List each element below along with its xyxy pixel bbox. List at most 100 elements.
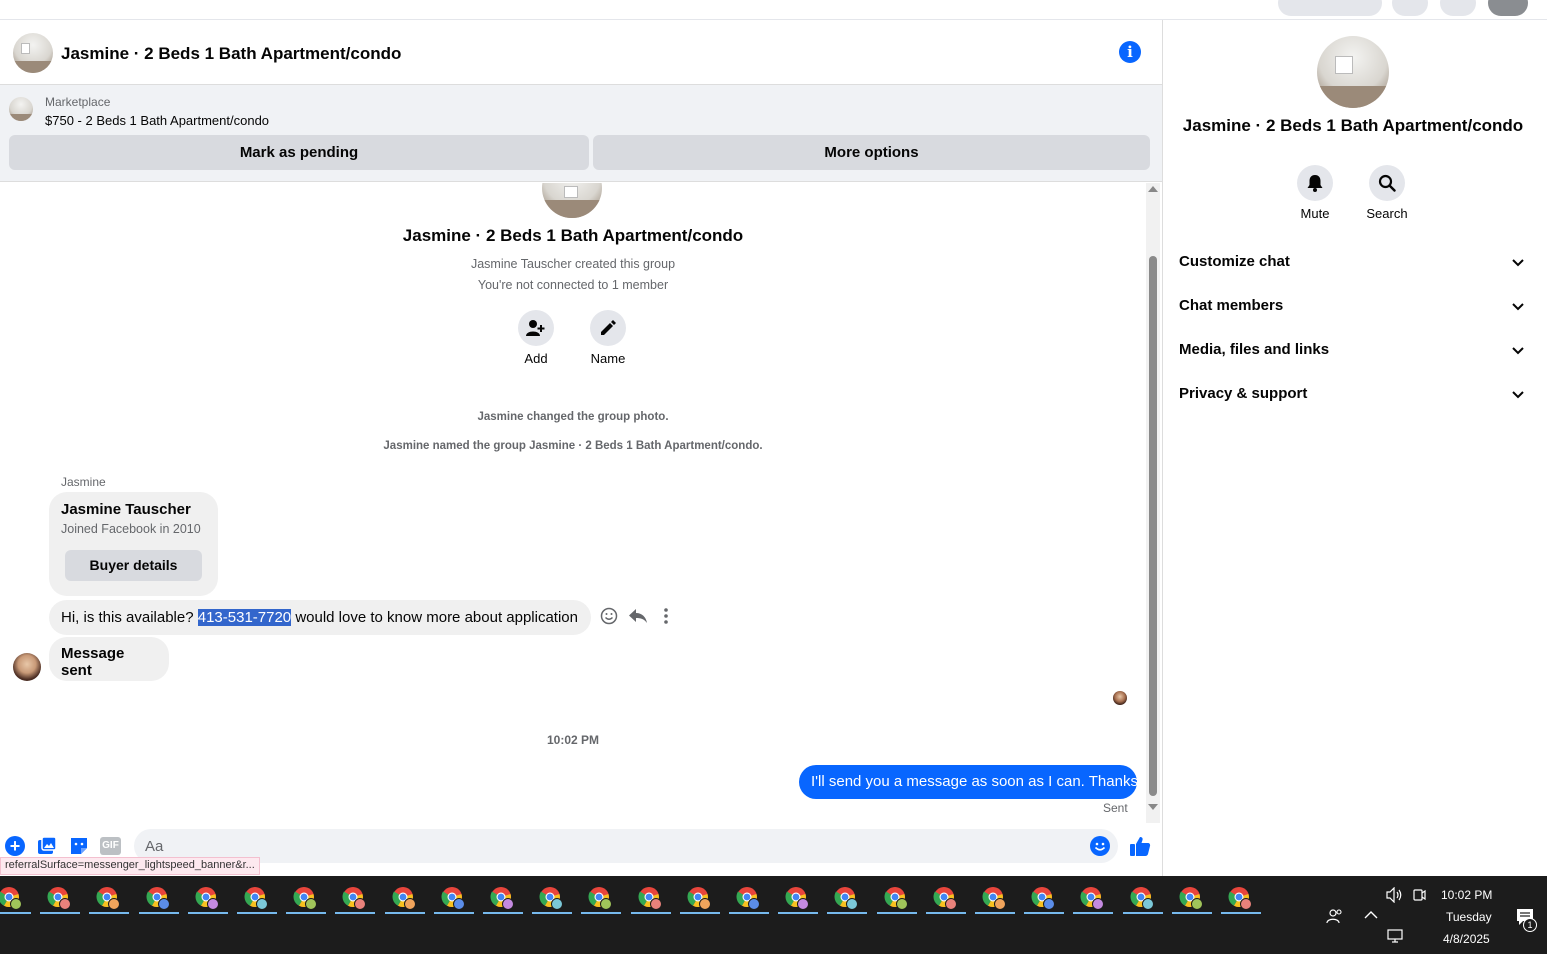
clock-date[interactable]: 4/8/2025: [1443, 932, 1490, 946]
group-avatar[interactable]: [13, 33, 53, 73]
taskbar-browser-icon[interactable]: [292, 885, 318, 911]
name-group-button[interactable]: [590, 310, 626, 346]
plus-icon[interactable]: +: [5, 836, 25, 856]
search-icon: [1378, 174, 1396, 192]
clock-time[interactable]: 10:02 PM: [1441, 888, 1492, 902]
taskbar-browser-icon[interactable]: [981, 885, 1007, 911]
taskbar-browser-icon[interactable]: [489, 885, 515, 911]
chevron-down-icon: [1512, 259, 1524, 267]
taskbar-browser-icon[interactable]: [538, 885, 564, 911]
taskbar-active-indicator: [139, 912, 179, 914]
taskbar-browser-icon[interactable]: [637, 885, 663, 911]
add-member-button[interactable]: [518, 310, 554, 346]
taskbar-browser-icon[interactable]: [883, 885, 909, 911]
top-nav-bar: [0, 0, 1547, 20]
taskbar-browser-icon[interactable]: [391, 885, 417, 911]
react-icon[interactable]: [600, 607, 618, 630]
chat-info-panel: [1162, 20, 1547, 876]
message-bubble-outgoing[interactable]: I'll send you a message as soon as I can…: [799, 765, 1138, 799]
taskbar-browser-icon[interactable]: [95, 885, 121, 911]
message-thread: Jasmine · 2 Beds 1 Bath Apartment/condo …: [0, 183, 1146, 823]
sender-avatar[interactable]: [13, 653, 41, 681]
group-photo: [542, 183, 602, 218]
event-photo-changed: Jasmine changed the group photo.: [477, 411, 669, 423]
taskbar-browser-icon[interactable]: [341, 885, 367, 911]
buyer-card: Jasmine Tauscher Joined Facebook in 2010…: [49, 492, 218, 596]
emoji-icon[interactable]: [1090, 836, 1110, 856]
listing-thumbnail[interactable]: [9, 97, 33, 121]
message-timestamp: 10:02 PM: [546, 733, 600, 747]
taskbar-active-indicator: [335, 912, 375, 914]
section-media-files-links[interactable]: Media, files and links: [1179, 341, 1529, 358]
search-button[interactable]: [1369, 165, 1405, 201]
top-nav-button[interactable]: [1278, 0, 1382, 16]
taskbar-browser-icon[interactable]: [1030, 885, 1056, 911]
scroll-down-arrow[interactable]: [1148, 804, 1158, 810]
taskbar-browser-icon[interactable]: [243, 885, 269, 911]
taskbar-active-indicator: [827, 912, 867, 914]
more-actions-icon[interactable]: [660, 607, 672, 630]
taskbar-browser-icon[interactable]: [1227, 885, 1253, 911]
taskbar-browser-icon[interactable]: [833, 885, 859, 911]
chat-title[interactable]: Jasmine · 2 Beds 1 Bath Apartment/condo: [61, 44, 401, 64]
taskbar-browser-icon[interactable]: [686, 885, 712, 911]
listing-title[interactable]: $750 - 2 Beds 1 Bath Apartment/condo: [45, 113, 269, 128]
taskbar-browser-icon[interactable]: [440, 885, 466, 911]
taskbar-browser-icon[interactable]: [1079, 885, 1105, 911]
message-text-prefix: Hi, is this available?: [61, 609, 198, 626]
message-sent-bubble[interactable]: Message sent: [49, 637, 169, 681]
info-icon[interactable]: i: [1119, 41, 1141, 63]
event-group-named: Jasmine named the group Jasmine · 2 Beds…: [383, 440, 763, 452]
sent-status: Sent: [1103, 801, 1128, 815]
taskbar-active-indicator: [778, 912, 818, 914]
menu-grid-icon[interactable]: [1392, 0, 1428, 16]
scroll-up-arrow[interactable]: [1148, 186, 1158, 192]
mute-label: Mute: [1300, 206, 1330, 221]
messenger-icon[interactable]: [1440, 0, 1476, 16]
taskbar-browser-icon[interactable]: [932, 885, 958, 911]
section-customize-chat[interactable]: Customize chat: [1179, 253, 1529, 270]
scroll-thumb[interactable]: [1149, 256, 1157, 796]
taskbar-browser-icon[interactable]: [587, 885, 613, 911]
taskbar-browser-icon[interactable]: [784, 885, 810, 911]
taskbar-active-indicator: [1172, 912, 1212, 914]
panel-group-avatar[interactable]: [1317, 36, 1389, 108]
gif-icon[interactable]: GIF: [100, 837, 121, 855]
message-bubble-incoming[interactable]: Hi, is this available? 413-531-7720 woul…: [49, 600, 591, 635]
taskbar-browser-icon[interactable]: [1178, 885, 1204, 911]
profile-avatar[interactable]: [1488, 0, 1528, 16]
status-url-tooltip: referralSurface=messenger_lightspeed_ban…: [0, 857, 260, 875]
reply-icon[interactable]: [628, 607, 648, 630]
volume-icon[interactable]: [1386, 886, 1404, 906]
taskbar-active-indicator: [385, 912, 425, 914]
taskbar-browser-icon[interactable]: [1129, 885, 1155, 911]
taskbar-active-indicator: [483, 912, 523, 914]
taskbar-browser-icon[interactable]: [735, 885, 761, 911]
panel-title: Jasmine · 2 Beds 1 Bath Apartment/condo: [1182, 116, 1524, 135]
meet-now-icon[interactable]: [1412, 887, 1426, 906]
mark-pending-button[interactable]: Mark as pending: [9, 135, 589, 170]
taskbar-browser-icon[interactable]: [194, 885, 220, 911]
buyer-details-button[interactable]: Buyer details: [65, 550, 202, 581]
people-icon[interactable]: [1326, 907, 1344, 928]
network-icon[interactable]: [1387, 929, 1405, 946]
message-input[interactable]: [134, 829, 1118, 863]
more-options-button[interactable]: More options: [593, 135, 1150, 170]
section-privacy-support[interactable]: Privacy & support: [1179, 385, 1529, 402]
taskbar-active-indicator: [581, 912, 621, 914]
taskbar-active-indicator: [532, 912, 572, 914]
clock-day[interactable]: Tuesday: [1446, 910, 1492, 924]
chevron-up-icon[interactable]: [1364, 909, 1378, 923]
taskbar-active-indicator: [1073, 912, 1113, 914]
name-label: Name: [590, 351, 626, 366]
mute-button[interactable]: [1297, 165, 1333, 201]
taskbar-browser-icon[interactable]: [0, 885, 23, 911]
taskbar-browser-icon[interactable]: [46, 885, 72, 911]
like-thumb-icon[interactable]: [1129, 835, 1151, 862]
taskbar-browser-icon[interactable]: [145, 885, 171, 911]
taskbar-active-indicator: [1123, 912, 1163, 914]
taskbar-active-indicator: [926, 912, 966, 914]
section-chat-members[interactable]: Chat members: [1179, 297, 1529, 314]
taskbar-active-indicator: [237, 912, 277, 914]
taskbar-active-indicator: [877, 912, 917, 914]
